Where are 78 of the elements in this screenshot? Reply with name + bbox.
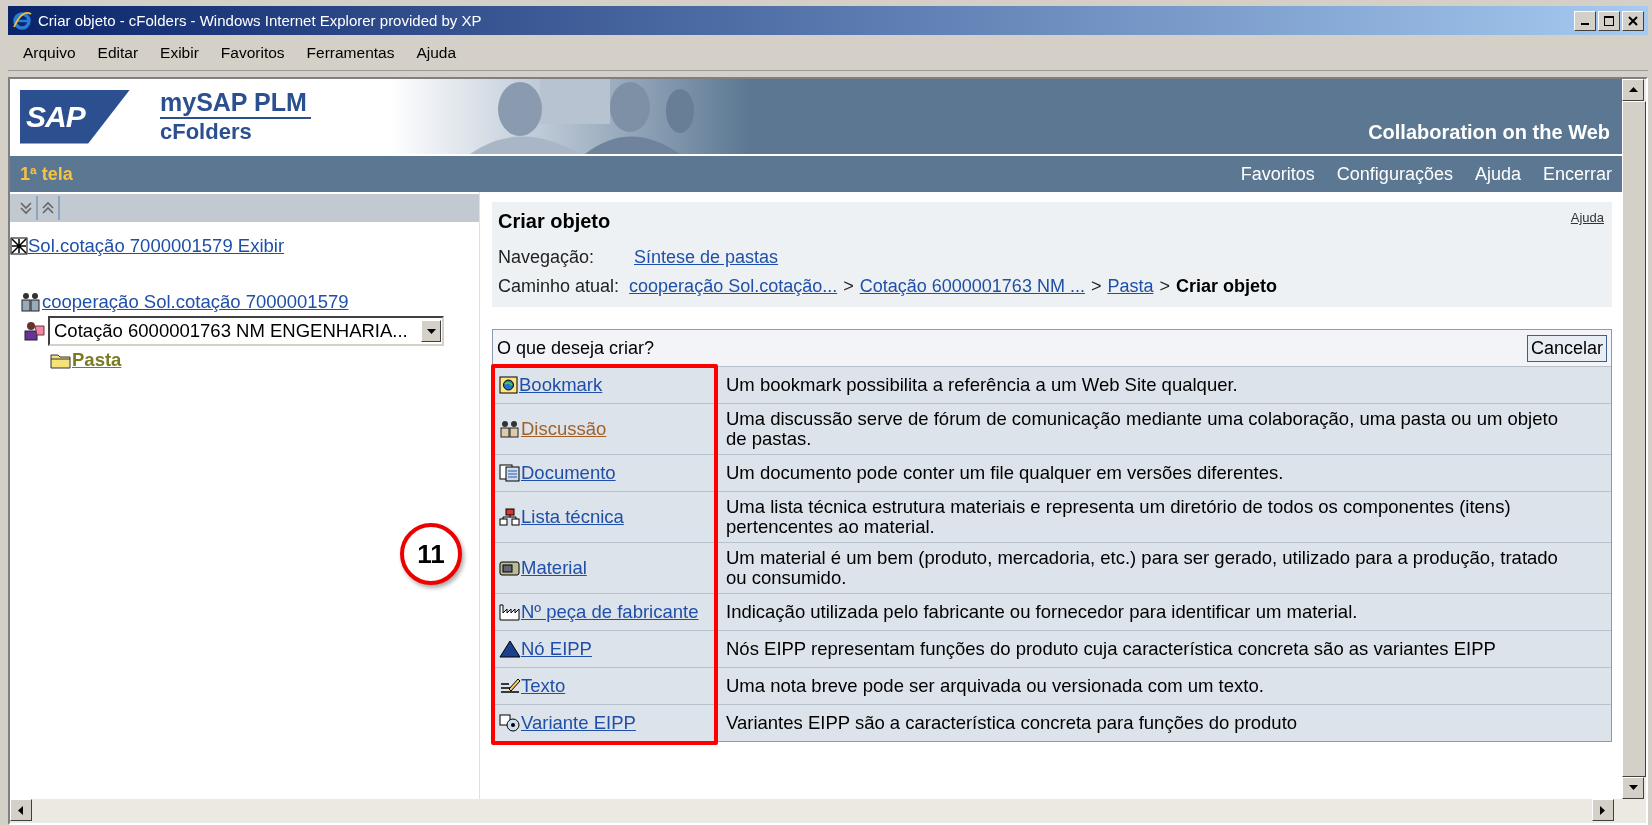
object-type-link[interactable]: Nó EIPP [521, 639, 592, 659]
device-icon [499, 559, 521, 577]
table-cell: Um documento pode conter um file qualquer em versões diferentes. [716, 455, 1611, 491]
path-separator: > [1159, 276, 1170, 297]
person-icon [24, 321, 46, 341]
header-link[interactable]: Favoritos [1240, 163, 1315, 185]
menu-item[interactable]: Ferramentas [295, 43, 406, 62]
menu-item[interactable]: Arquivo [12, 43, 87, 62]
close-button[interactable] [1622, 10, 1644, 31]
table-cell: Um material é um bem (produto, mercadoria, etc.) para ser gerado, utilizado para a produção, tratado ou consumido. [716, 543, 1611, 593]
object-type-link[interactable]: Material [521, 558, 587, 578]
horizontal-scrollbar[interactable] [10, 799, 1646, 823]
object-type-link[interactable]: Bookmark [519, 375, 603, 395]
scroll-up-button[interactable] [1622, 79, 1644, 101]
table-cell: Uma nota breve pode ser arquivada ou versionada com um texto. [716, 668, 1611, 704]
object-type-link[interactable]: Discussão [521, 419, 607, 439]
page-title: Criar objeto [498, 210, 611, 233]
navigation-link[interactable]: Síntese de pastas [634, 247, 779, 268]
header-link[interactable]: Encerrar [1542, 163, 1612, 185]
folder-icon [50, 351, 72, 369]
close-icon [1628, 15, 1638, 26]
minimize-button[interactable] [1574, 10, 1596, 31]
page-label: 1ª tela [20, 163, 73, 185]
object-type-link[interactable]: Variante EIPP [521, 713, 636, 733]
sap-logo: SAP [20, 89, 130, 144]
path-link[interactable]: cooperação Sol.cotação... [629, 276, 838, 297]
scroll-down-button[interactable] [1622, 777, 1644, 799]
menu-item[interactable]: Ajuda [405, 43, 468, 62]
globe-icon [499, 376, 519, 394]
application-name: cFolders [160, 119, 253, 145]
path-link[interactable]: Pasta [1107, 276, 1154, 297]
product-name: mySAP PLM [160, 88, 311, 119]
menu-item[interactable]: Editar [86, 43, 150, 62]
object-type-link[interactable]: Nº peça de fabricante [521, 602, 699, 622]
factory-icon [499, 603, 521, 621]
table-cell: Nós EIPP representam funções do produto cuja característica concreta são as variantes EIPP [716, 631, 1611, 667]
people-icon [499, 420, 521, 438]
header-link[interactable]: Ajuda [1474, 163, 1521, 185]
object-type-link[interactable]: Texto [521, 676, 566, 696]
path-label: Caminho atual: [498, 276, 620, 297]
tree-link[interactable]: Sol.cotação 7000001579 Exibir [28, 235, 285, 257]
table-cell: Uma lista técnica estrutura materiais e representa um diretório de todos os componentes (itens) pertencentes ao material. [716, 492, 1611, 542]
right-arrow-icon [1600, 805, 1606, 815]
browser-icon [12, 10, 32, 31]
tree-link[interactable]: cooperação Sol.cotação 7000001579 [42, 291, 349, 313]
navigation-label: Navegação: [498, 247, 596, 268]
cancel-button[interactable]: Cancelar [1526, 334, 1607, 362]
table-cell: Indicação utilizada pelo fabricante ou fornecedor para identificar um material. [716, 594, 1611, 630]
down-arrow-icon [1628, 785, 1638, 791]
path-separator: > [843, 276, 854, 297]
maximize-button[interactable] [1598, 10, 1620, 31]
help-link[interactable]: Ajuda [1570, 210, 1604, 225]
left-arrow-icon [18, 805, 24, 815]
object-type-link[interactable]: Documento [521, 463, 616, 483]
people-icon [20, 292, 42, 312]
path-current: Criar objeto [1175, 276, 1277, 297]
object-type-link[interactable]: Lista técnica [521, 507, 624, 527]
maximize-icon [1604, 15, 1614, 26]
minimize-icon [1581, 23, 1589, 25]
scroll-left-button[interactable] [10, 799, 32, 821]
header-link[interactable]: Configurações [1336, 163, 1453, 185]
up-arrow-icon [1628, 87, 1638, 93]
path-separator: > [1090, 276, 1102, 297]
table-cell: Um bookmark possibilita a referência a um Web Site qualquer. [716, 367, 1611, 403]
path-link[interactable]: Cotação 6000001763 NM ... [859, 276, 1085, 297]
dropdown-field[interactable]: Cotação 6000001763 NM ENGENHARIA... [48, 316, 444, 346]
window-title: Criar objeto - cFolders - Windows Internet Explorer provided by XP [38, 12, 483, 29]
question-text: O que deseja criar? [497, 337, 655, 359]
document-icon [499, 464, 521, 482]
tree-folder[interactable]: Pasta [72, 349, 122, 371]
table-cell: Variantes EIPP são a característica concreta para funções do produto [716, 705, 1611, 741]
tagline: Collaboration on the Web [1368, 121, 1611, 145]
menu-item[interactable]: Favoritos [209, 43, 296, 62]
triangle-icon [499, 640, 521, 658]
scroll-right-button[interactable] [1592, 799, 1614, 821]
note-icon [499, 677, 521, 695]
table-cell: Uma discussão serve de fórum de comunicação mediante uma colaboração, uma pasta ou um objeto de pastas. [716, 404, 1611, 454]
menu-item[interactable]: Exibir [149, 43, 210, 62]
